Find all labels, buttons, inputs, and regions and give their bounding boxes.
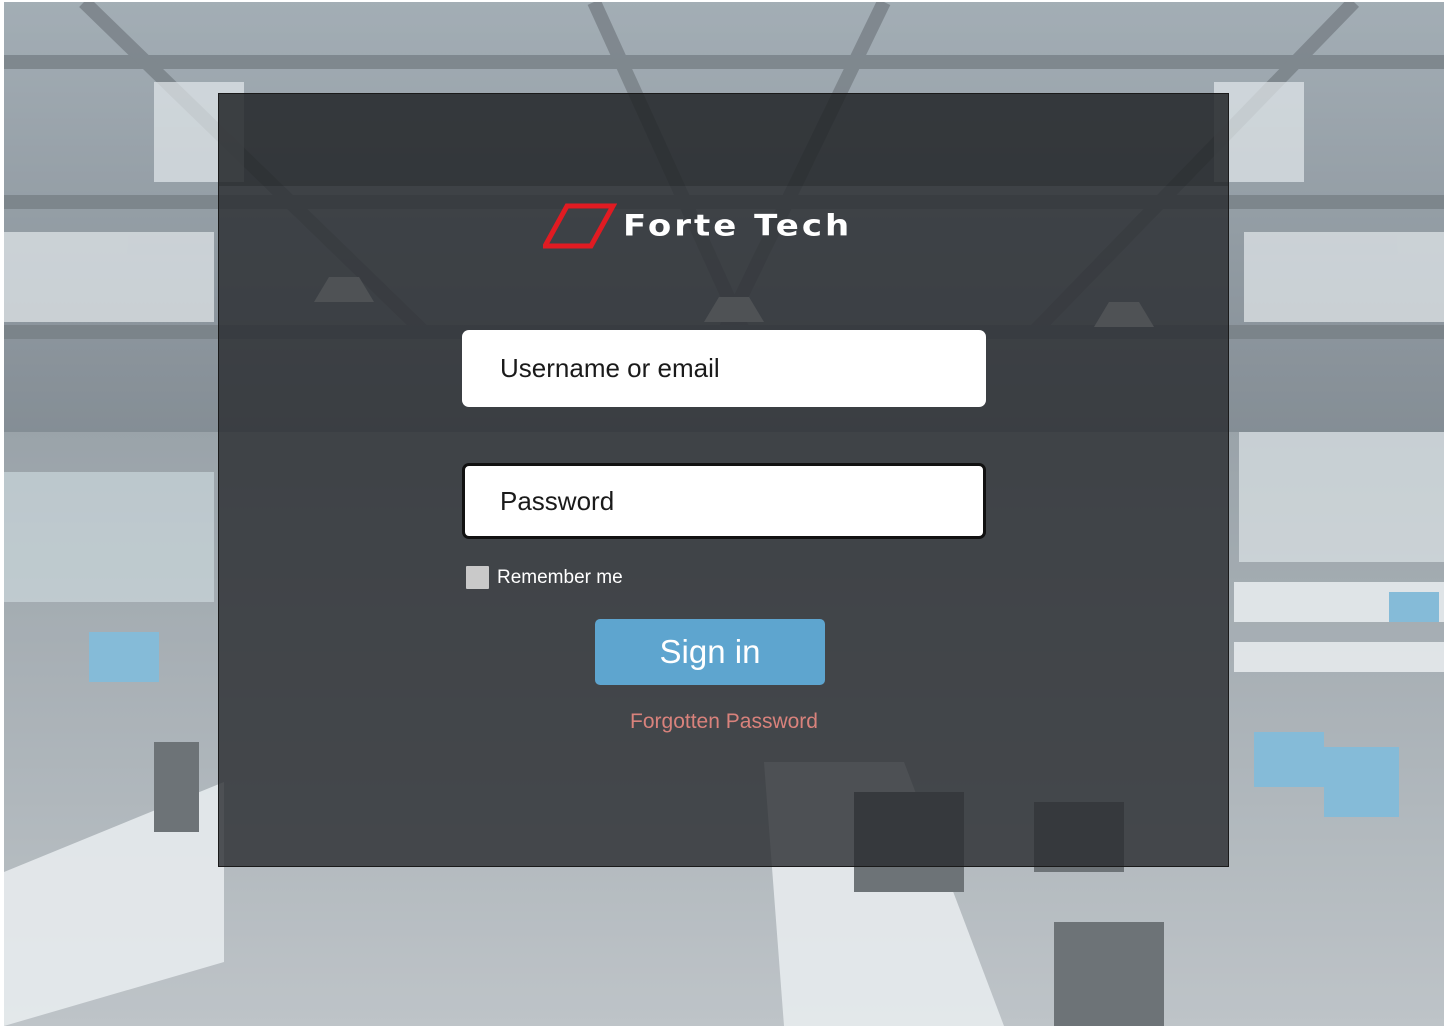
login-screen: Forte Tech Username or email Password Re… xyxy=(4,2,1444,1026)
forgotten-password-link[interactable]: Forgotten Password xyxy=(609,710,839,734)
remember-me-label: Remember me xyxy=(497,566,623,588)
panel-header-band xyxy=(219,94,1228,186)
remember-me-row[interactable]: Remember me xyxy=(466,566,623,589)
login-panel: Forte Tech Username or email Password Re… xyxy=(218,93,1229,867)
username-placeholder: Username or email xyxy=(500,353,720,383)
sign-in-button[interactable]: Sign in xyxy=(595,619,825,685)
brand-logo: Forte Tech xyxy=(543,202,903,250)
username-field[interactable]: Username or email xyxy=(462,330,986,407)
remember-me-checkbox[interactable] xyxy=(466,566,489,589)
password-placeholder: Password xyxy=(500,485,615,516)
sign-in-label: Sign in xyxy=(659,633,761,670)
parallelogram-logo-icon xyxy=(543,203,617,249)
password-field[interactable]: Password xyxy=(462,463,986,539)
brand-name: Forte Tech xyxy=(623,209,853,243)
